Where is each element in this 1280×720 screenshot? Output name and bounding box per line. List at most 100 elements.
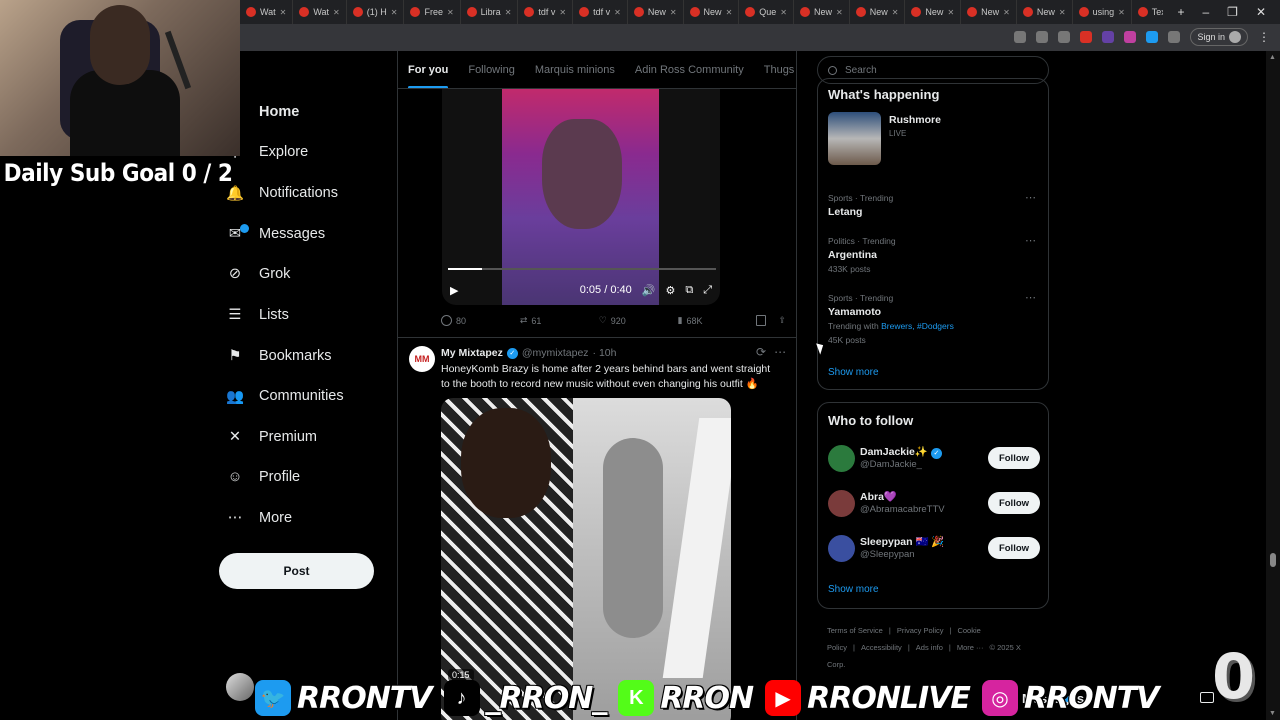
browser-tab[interactable]: New✕: [850, 0, 906, 24]
maximize-button[interactable]: ❐: [1227, 5, 1238, 19]
footer-link[interactable]: Accessibility: [861, 643, 902, 652]
tweet-author-handle[interactable]: @mymixtapez: [522, 347, 589, 359]
close-tab-icon[interactable]: ✕: [947, 8, 954, 17]
browser-tab[interactable]: tdf v ✕: [573, 0, 628, 24]
suggestion-name[interactable]: Sleepypan 🇦🇺 🎉: [860, 535, 945, 548]
extension-icon[interactable]: [1080, 31, 1093, 43]
follow-suggestion[interactable]: Abra💜 @AbramacabreTTV Follow: [828, 490, 1040, 522]
nav-item-notifications[interactable]: 🔔 Notifications: [225, 178, 338, 208]
trend-item[interactable]: Sports · Trending Letang ⋯: [828, 191, 1038, 219]
close-tab-icon[interactable]: ✕: [780, 8, 787, 17]
browser-tab[interactable]: New✕: [961, 0, 1017, 24]
scrollbar-thumb[interactable]: [1270, 553, 1276, 567]
nav-item-premium[interactable]: ✕ Premium: [225, 422, 317, 452]
extension-icon[interactable]: [1146, 31, 1159, 43]
browser-tab[interactable]: Free ✕: [404, 0, 461, 24]
trend-tags-link[interactable]: Brewers, #Dodgers: [881, 321, 954, 331]
browser-tab[interactable]: New✕: [684, 0, 740, 24]
scroll-down-arrow[interactable]: ▼: [1269, 710, 1276, 717]
footer-link[interactable]: Ads info: [916, 643, 943, 652]
follow-button[interactable]: Follow: [988, 537, 1040, 559]
repost-button[interactable]: ⇄ 61: [520, 315, 599, 326]
tab-adin-ross-community[interactable]: Adin Ross Community: [625, 51, 754, 88]
minimize-button[interactable]: –: [1202, 5, 1209, 19]
suggestion-name[interactable]: Abra💜: [860, 490, 897, 503]
nav-item-profile[interactable]: ☺ Profile: [225, 462, 301, 492]
footer-link[interactable]: More ···: [957, 643, 984, 652]
pip-icon[interactable]: ⧉: [685, 284, 693, 297]
footer-link[interactable]: Privacy Policy: [897, 626, 944, 635]
puzzle-icon[interactable]: [1168, 31, 1181, 43]
views-button[interactable]: ▮ 68K: [678, 315, 757, 326]
live-title[interactable]: Rushmore: [889, 114, 941, 126]
live-thumbnail[interactable]: [828, 112, 881, 165]
fullscreen-icon[interactable]: ⤢: [703, 284, 712, 297]
suggestion-name[interactable]: DamJackie✨ ✓: [860, 445, 942, 459]
extension-icon[interactable]: [1014, 31, 1027, 43]
tab-following[interactable]: Following: [458, 51, 524, 88]
page-scrollbar[interactable]: ▲ ▼: [1266, 51, 1280, 720]
extension-icon[interactable]: [1124, 31, 1137, 43]
browser-tab[interactable]: New✕: [794, 0, 850, 24]
menu-icon[interactable]: ⋮: [1258, 30, 1270, 44]
close-tab-icon[interactable]: ✕: [1059, 8, 1066, 17]
close-tab-icon[interactable]: ✕: [836, 8, 843, 17]
more-options-icon[interactable]: ⋯: [1025, 191, 1036, 205]
browser-tab[interactable]: New✕: [1017, 0, 1073, 24]
new-tab-button[interactable]: +: [1177, 5, 1184, 19]
bookmark-icon[interactable]: [756, 315, 767, 326]
browser-tab[interactable]: Wat ✕: [240, 0, 294, 24]
browser-tab[interactable]: New✕: [628, 0, 684, 24]
browser-tab[interactable]: (1) H ✕: [347, 0, 405, 24]
browser-tab[interactable]: tdf v ✕: [518, 0, 574, 24]
avatar[interactable]: [828, 535, 855, 562]
close-window-button[interactable]: ✕: [1256, 5, 1266, 19]
avatar[interactable]: [828, 490, 855, 517]
nav-item-messages[interactable]: ✉ Messages: [225, 219, 325, 249]
tweet-timestamp[interactable]: · 10h: [593, 347, 617, 359]
volume-icon[interactable]: 🔊: [642, 284, 656, 297]
follow-button[interactable]: Follow: [988, 492, 1040, 514]
sign-in-button[interactable]: Sign in: [1190, 28, 1248, 46]
extension-icon[interactable]: [1102, 31, 1115, 43]
video-progress-bar[interactable]: [448, 268, 716, 270]
tab-marquis-minions[interactable]: Marquis minions: [525, 51, 625, 88]
grok-icon[interactable]: ⟳: [756, 345, 766, 359]
close-tab-icon[interactable]: ✕: [1118, 8, 1125, 17]
close-tab-icon[interactable]: ✕: [391, 8, 398, 17]
reply-button[interactable]: 80: [441, 315, 520, 326]
close-tab-icon[interactable]: ✕: [280, 8, 287, 17]
close-tab-icon[interactable]: ✕: [726, 8, 733, 17]
browser-tab[interactable]: New✕: [905, 0, 962, 24]
post-button[interactable]: Post: [219, 553, 374, 589]
nav-item-lists[interactable]: ☰ Lists: [225, 300, 289, 330]
close-tab-icon[interactable]: ✕: [1003, 8, 1010, 17]
browser-tab[interactable]: Libra ✕: [461, 0, 519, 24]
settings-icon[interactable]: ⚙: [665, 284, 675, 297]
more-options-icon[interactable]: ⋯: [1025, 234, 1036, 248]
follow-button[interactable]: Follow: [988, 447, 1040, 469]
follow-suggestion[interactable]: DamJackie✨ ✓ @DamJackie_ Follow: [828, 445, 1040, 477]
more-options-icon[interactable]: ⋯: [774, 345, 786, 359]
nav-item-communities[interactable]: 👥 Communities: [225, 381, 344, 411]
video-player[interactable]: [442, 89, 720, 305]
nav-item-more[interactable]: ⋯ More: [225, 503, 292, 533]
browser-tab[interactable]: Que ✕: [739, 0, 794, 24]
close-tab-icon[interactable]: ✕: [559, 8, 566, 17]
nav-item-grok[interactable]: ⊘ Grok: [225, 259, 291, 289]
tweet-author-name[interactable]: My Mixtapez: [441, 347, 503, 359]
browser-tab[interactable]: Wat ✕: [293, 0, 347, 24]
more-options-icon[interactable]: ⋯: [1025, 291, 1036, 305]
close-tab-icon[interactable]: ✕: [892, 8, 899, 17]
close-tab-icon[interactable]: ✕: [505, 8, 512, 17]
browser-tab[interactable]: using ✕: [1073, 0, 1132, 24]
tab-for-you[interactable]: For you: [398, 51, 458, 88]
tweet-media[interactable]: [441, 398, 731, 720]
close-tab-icon[interactable]: ✕: [447, 8, 454, 17]
star-icon[interactable]: [1058, 31, 1071, 43]
extension-icon[interactable]: [1036, 31, 1049, 43]
show-more-trends-link[interactable]: Show more: [828, 367, 879, 378]
show-more-follow-link[interactable]: Show more: [828, 584, 879, 595]
tab-thugs-ns[interactable]: Thugs NS: [754, 51, 796, 88]
close-tab-icon[interactable]: ✕: [670, 8, 677, 17]
